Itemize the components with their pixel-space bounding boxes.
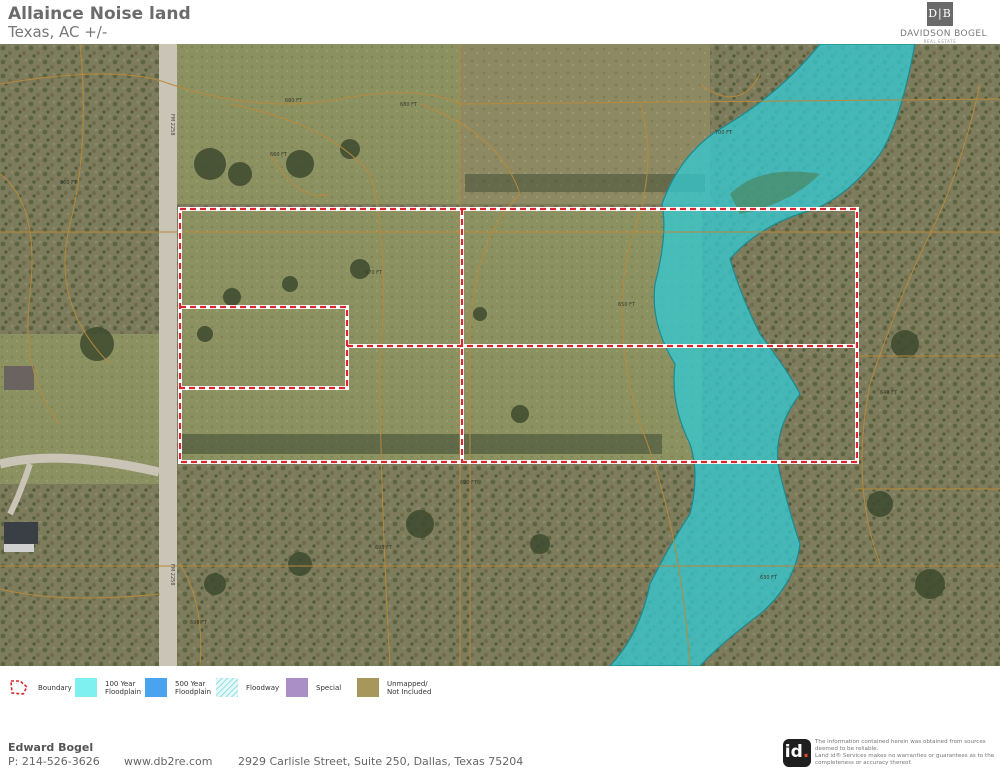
legend-label: Special [316, 683, 342, 692]
house-2 [4, 522, 38, 544]
legend: Boundary 100 Year Floodplain 500 Year Fl… [0, 672, 1000, 706]
page-title: Allaince Noise land [8, 4, 191, 24]
treeline [182, 434, 662, 454]
legend-item-special: Special [286, 678, 341, 697]
swatch-500yr-floodplain [145, 678, 167, 697]
swatch-unmapped [357, 678, 379, 697]
legend-item-floodway: Floodway [216, 678, 279, 697]
land-id-logo-text: id [784, 742, 803, 762]
contour-label: 690 FT [190, 620, 208, 626]
contour-label: 650 FT [618, 302, 636, 308]
brand-logo: D|B DAVIDSON BOGEL REAL ESTATE [900, 2, 987, 44]
road-label: FM 2258 [169, 114, 175, 136]
field-north [175, 44, 465, 204]
website-link[interactable]: www.db2re.com [124, 755, 212, 768]
contour-label: 700 FT [715, 130, 733, 136]
contour-label: 630 FT [760, 575, 778, 581]
legend-item-boundary: Boundary [8, 678, 72, 697]
field-south [182, 484, 602, 666]
road-label: FM 2258 [169, 564, 175, 586]
agent-name: Edward Bogel [8, 741, 94, 754]
legend-label: Unmapped/ Not Included [387, 679, 432, 696]
aerial-map[interactable]: FM 2258 FM 2258 660 FT 660 FT 670 FT 680… [0, 44, 1000, 666]
brand-name: DAVIDSON BOGEL [900, 29, 987, 39]
contour-label: 670 FT [365, 270, 383, 276]
contour-label: 690 FT [460, 480, 478, 486]
swatch-special [286, 678, 308, 697]
contour-label: 680 FT [400, 102, 418, 108]
map-canvas: FM 2258 FM 2258 660 FT 660 FT 670 FT 680… [0, 44, 1000, 666]
contour-label: 690 FT [375, 545, 393, 551]
legend-item-500yr: 500 Year Floodplain [145, 678, 211, 697]
page-subtitle: Texas, AC +/- [8, 23, 108, 41]
contour-label: 640 FT [880, 390, 898, 396]
floodway-hatch-icon [216, 678, 238, 697]
office-address: 2929 Carlisle Street, Suite 250, Dallas,… [238, 755, 524, 768]
legend-item-100yr: 100 Year Floodplain [75, 678, 141, 697]
legend-label: 100 Year Floodplain [105, 679, 142, 696]
contour-label: 660 FT [60, 180, 78, 186]
brand-mark: D|B [927, 2, 953, 26]
land-id-logo: id. [783, 739, 811, 767]
contour-label: 680 FT [285, 98, 303, 104]
agent-phone[interactable]: P: 214-526-3626 [8, 755, 100, 768]
swatch-100yr-floodplain [75, 678, 97, 697]
legend-label: 500 Year Floodplain [175, 679, 212, 696]
house-1 [4, 366, 34, 390]
field-parcel [182, 209, 702, 464]
house-2-roof [4, 544, 34, 552]
boundary-icon [10, 680, 29, 695]
disclaimer: The information contained herein was obt… [815, 739, 995, 766]
legend-item-unmapped: Unmapped/ Not Included [357, 678, 431, 697]
legend-label: Boundary [38, 683, 72, 692]
legend-label: Floodway [246, 683, 280, 692]
contour-label: 660 FT [270, 152, 288, 158]
